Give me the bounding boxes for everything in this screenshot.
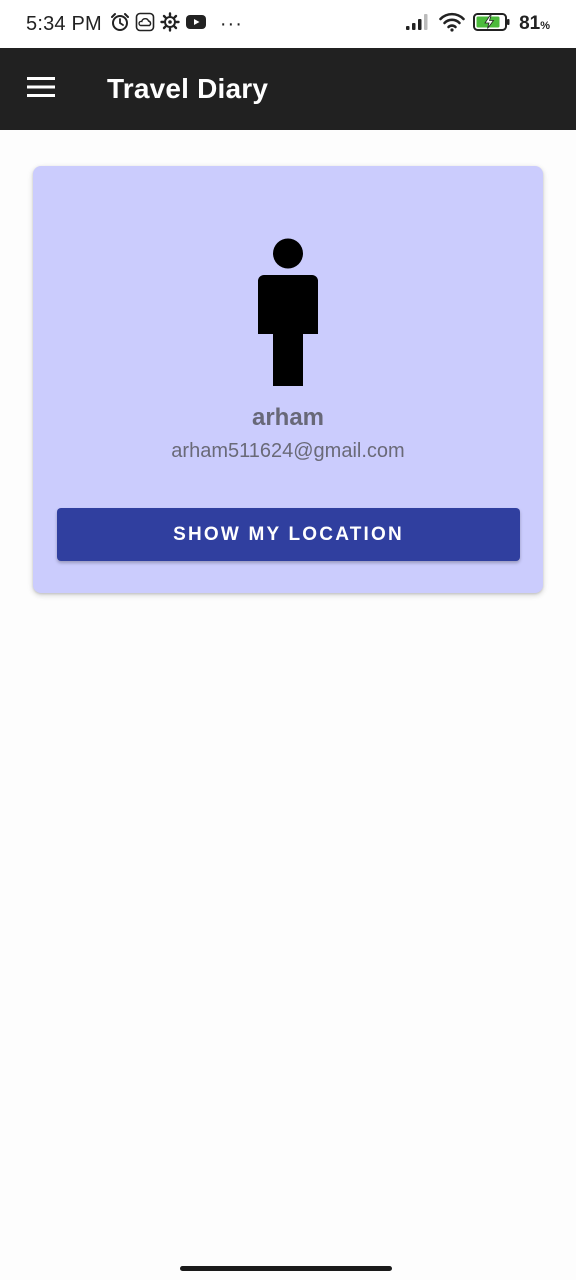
status-time: 5:34 PM	[26, 12, 102, 35]
user-email: arham511624@gmail.com	[171, 440, 405, 462]
page-title: Travel Diary	[107, 73, 269, 104]
cloud-icon	[135, 12, 155, 37]
battery-level: 81%	[519, 13, 550, 35]
alarm-icon	[110, 12, 130, 37]
status-left: 5:34 PM ···	[26, 11, 243, 37]
status-bar: 5:34 PM ··· 81%	[0, 0, 576, 48]
more-dots-icon: ···	[219, 12, 243, 35]
battery-percent: 81	[519, 13, 541, 34]
notification-icons: ···	[110, 11, 243, 37]
gesture-bar[interactable]	[180, 1266, 392, 1271]
profile-card: arham arham511624@gmail.com SHOW MY LOCA…	[33, 166, 543, 593]
battery-charging-icon	[473, 12, 511, 37]
settings-icon	[160, 11, 180, 37]
person-icon	[258, 238, 318, 386]
wifi-icon	[439, 12, 465, 37]
youtube-icon	[185, 12, 207, 37]
menu-button[interactable]	[1, 48, 81, 130]
signal-icon	[405, 12, 431, 37]
hamburger-menu-icon	[27, 76, 55, 103]
show-my-location-button[interactable]: SHOW MY LOCATION	[57, 508, 520, 561]
user-name: arham	[251, 404, 325, 431]
status-right: 81%	[405, 12, 550, 37]
app-bar: Travel Diary	[0, 48, 576, 130]
battery-unit: %	[540, 20, 550, 32]
